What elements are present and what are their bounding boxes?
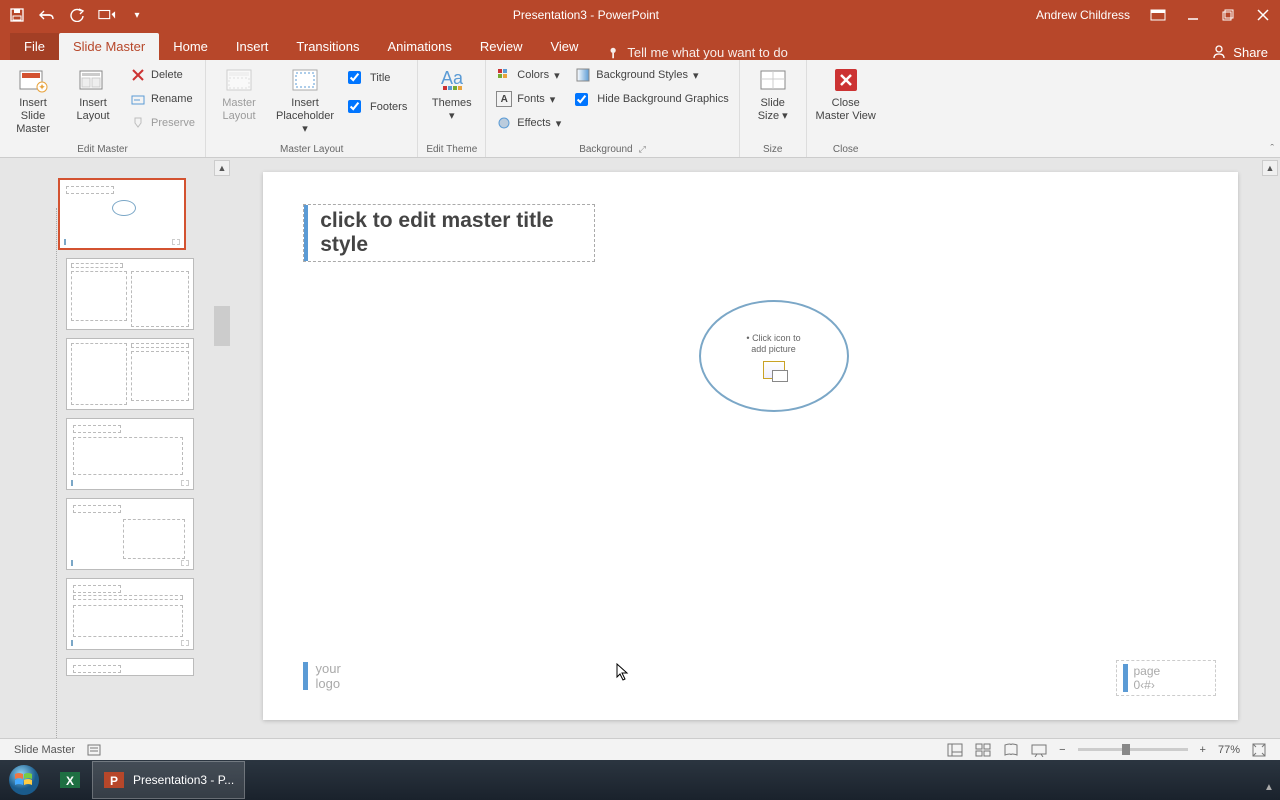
footer-accent-bar [1123,664,1128,692]
layout-thumbnail[interactable] [66,498,194,570]
taskbar-powerpoint-label: Presentation3 - P... [133,773,234,787]
minimize-icon[interactable] [1175,0,1210,30]
thumbnail-panel: ▲ [0,158,232,760]
tab-animations[interactable]: Animations [374,33,466,60]
title-placeholder[interactable]: click to edit master title style [303,204,595,262]
hide-bg-graphics-checkbox[interactable]: Hide Background Graphics [573,88,730,110]
layout-thumbnail[interactable] [66,258,194,330]
footer-accent-bar [303,662,308,690]
undo-icon[interactable] [38,6,56,24]
slide-master-thumbnail[interactable] [58,178,186,250]
layout-thumbnail[interactable] [66,338,194,410]
zoom-level[interactable]: 77% [1212,739,1246,760]
start-from-beginning-icon[interactable] [98,6,116,24]
status-view-label: Slide Master [8,739,81,760]
reading-view-icon[interactable] [997,739,1025,760]
tab-transitions[interactable]: Transitions [282,33,373,60]
svg-text:✦: ✦ [38,82,46,92]
start-button[interactable] [0,760,48,800]
group-close: Close Master View Close [807,60,885,157]
picture-placeholder-oval[interactable]: Click icon to add picture [699,300,849,412]
redo-icon[interactable] [68,6,86,24]
group-background: Colors ▾ AFonts ▾ Effects ▾ Background S… [486,60,739,157]
group-edit-master: ✦ Insert Slide Master Insert Layout Dele… [0,60,206,157]
ribbon-display-options-icon[interactable] [1140,0,1175,30]
tell-me-label: Tell me what you want to do [627,45,787,60]
window-title: Presentation3 - PowerPoint [146,8,1026,22]
tab-view[interactable]: View [536,33,592,60]
svg-text:Aa: Aa [441,68,464,88]
svg-text:X: X [66,774,74,788]
footers-checkbox[interactable]: Footers [346,96,409,118]
tab-file[interactable]: File [10,33,59,60]
insert-placeholder-button[interactable]: Insert Placeholder ▾ [274,64,336,137]
collapse-ribbon-icon[interactable]: ˆ [1270,143,1274,155]
slideshow-view-icon[interactable] [1025,739,1053,760]
status-bar: Slide Master − + 77% [0,738,1280,760]
insert-slide-master-button[interactable]: ✦ Insert Slide Master [8,64,58,137]
insert-picture-icon[interactable] [763,361,785,379]
ribbon: ✦ Insert Slide Master Insert Layout Dele… [0,60,1280,158]
group-edit-theme: Aa Themes▾ Edit Theme [418,60,486,157]
tell-me-search[interactable]: Tell me what you want to do [607,45,787,60]
themes-button[interactable]: Aa Themes▾ [427,64,477,123]
title-bar: ▾ Presentation3 - PowerPoint Andrew Chil… [0,0,1280,30]
normal-view-icon[interactable] [941,739,969,760]
rename-button[interactable]: Rename [128,88,197,110]
layout-thumbnail[interactable] [66,658,194,676]
insert-layout-button[interactable]: Insert Layout [68,64,118,123]
slide-sorter-view-icon[interactable] [969,739,997,760]
thumb-scrollbar-thumb[interactable] [214,306,230,346]
zoom-in-button[interactable]: + [1194,739,1212,760]
tab-slide-master[interactable]: Slide Master [59,33,159,60]
colors-button[interactable]: Colors ▾ [494,64,563,86]
maximize-icon[interactable] [1210,0,1245,30]
slide-size-button[interactable]: Slide Size ▾ [748,64,798,123]
group-master-layout: Master Layout Insert Placeholder ▾ Title… [206,60,418,157]
tree-connector [56,208,57,750]
taskbar-excel-button[interactable]: X [48,761,92,799]
preserve-button: Preserve [128,112,197,134]
ribbon-tabs: File Slide Master Home Insert Transition… [0,30,1280,60]
layout-thumbnail[interactable] [66,418,194,490]
thumb-scroll-up-icon[interactable]: ▲ [214,160,230,176]
title-checkbox[interactable]: Title [346,67,409,89]
zoom-out-button[interactable]: − [1053,739,1071,760]
slide-master-canvas[interactable]: click to edit master title style Click i… [263,172,1238,720]
close-master-view-button[interactable]: Close Master View [815,64,877,123]
background-styles-button[interactable]: Background Styles ▾ [573,64,730,86]
tab-review[interactable]: Review [466,33,537,60]
effects-button[interactable]: Effects ▾ [494,112,563,134]
footer-logo-placeholder[interactable]: your logo [303,661,341,692]
svg-text:P: P [110,774,118,788]
canvas-scroll-up-icon[interactable]: ▲ [1262,160,1278,176]
show-desktop-icon[interactable]: ▲ [1264,782,1276,794]
taskbar-powerpoint-button[interactable]: P Presentation3 - P... [92,761,245,799]
title-accent-bar [304,205,309,261]
quick-access-toolbar: ▾ [0,6,146,24]
share-button[interactable]: Share [1211,44,1268,60]
group-size: Slide Size ▾ Size [740,60,807,157]
master-layout-button: Master Layout [214,64,264,123]
windows-taskbar: X P Presentation3 - P... ▲ [0,760,1280,800]
slide-canvas-area: ▲ click to edit master title style Click… [232,158,1280,760]
tab-insert[interactable]: Insert [222,33,283,60]
delete-button[interactable]: Delete [128,64,197,86]
footer-page-placeholder[interactable]: page0‹#› [1116,660,1216,696]
title-placeholder-text: click to edit master title style [316,205,593,261]
save-icon[interactable] [8,6,26,24]
share-label: Share [1233,45,1268,60]
tab-home[interactable]: Home [159,33,222,60]
picture-placeholder-text: Click icon to add picture [746,333,800,355]
fit-to-window-icon[interactable] [1246,739,1272,760]
zoom-slider[interactable] [1078,748,1188,751]
notes-icon[interactable] [81,739,107,760]
layout-thumbnail[interactable] [66,578,194,650]
user-name[interactable]: Andrew Childress [1026,8,1140,22]
close-icon[interactable] [1245,0,1280,30]
fonts-button[interactable]: AFonts ▾ [494,88,563,110]
workspace: ▲ [0,158,1280,760]
customize-qat-icon[interactable]: ▾ [128,6,146,24]
background-launcher-icon[interactable]: ⤢ [639,144,646,155]
